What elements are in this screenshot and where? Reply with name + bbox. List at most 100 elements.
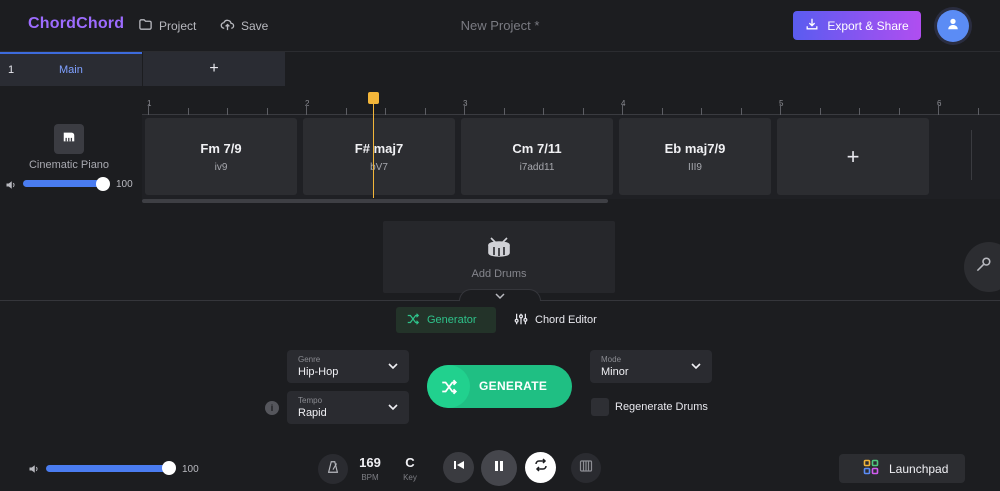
pause-button[interactable] bbox=[481, 450, 517, 486]
launchpad-label: Launchpad bbox=[889, 461, 949, 476]
key-label: Key bbox=[403, 473, 417, 482]
user-avatar[interactable] bbox=[937, 10, 969, 42]
add-drums-button[interactable]: Add Drums bbox=[383, 221, 615, 293]
bpm-value[interactable]: 169 bbox=[356, 455, 384, 470]
launchpad-button[interactable]: Launchpad bbox=[839, 454, 965, 483]
tab-chord-editor-label: Chord Editor bbox=[535, 314, 597, 326]
timeline-ruler[interactable] bbox=[142, 95, 1000, 115]
ruler-tick bbox=[227, 108, 228, 115]
chord-numeral: iv9 bbox=[214, 161, 228, 173]
track-volume-slider[interactable] bbox=[23, 180, 105, 187]
chord-name: Eb maj7/9 bbox=[664, 140, 726, 156]
genre-label: Genre bbox=[298, 355, 321, 364]
ruler-tick bbox=[148, 104, 149, 115]
ruler-tick bbox=[385, 108, 386, 115]
ruler-tick bbox=[425, 108, 426, 115]
piano-roll-button[interactable] bbox=[571, 453, 601, 483]
speaker-icon[interactable] bbox=[5, 178, 17, 196]
piano-icon bbox=[62, 130, 76, 149]
add-chord-button[interactable]: + bbox=[777, 118, 929, 195]
ruler-tick bbox=[504, 108, 505, 115]
mode-select[interactable]: Mode Minor bbox=[590, 350, 712, 383]
plus-icon: + bbox=[846, 143, 860, 169]
genre-value: Hip-Hop bbox=[298, 366, 339, 378]
ruler-tick bbox=[464, 104, 465, 115]
cloud-upload-icon bbox=[220, 17, 235, 35]
pause-icon bbox=[492, 459, 506, 478]
track-volume-value: 100 bbox=[116, 179, 133, 190]
tab-generator[interactable]: Generator bbox=[396, 307, 496, 333]
ruler-tick bbox=[741, 108, 742, 115]
sliders-icon bbox=[514, 312, 528, 329]
chord-numeral: III9 bbox=[688, 161, 702, 173]
info-icon[interactable]: i bbox=[265, 401, 279, 415]
track-volume-knob[interactable] bbox=[96, 177, 110, 191]
ruler-tick bbox=[543, 108, 544, 115]
tab-main[interactable]: 1 Main bbox=[0, 52, 142, 86]
ruler-tick bbox=[346, 108, 347, 115]
genre-select[interactable]: Genre Hip-Hop bbox=[287, 350, 409, 383]
key-value[interactable]: C bbox=[396, 455, 424, 470]
tempo-value: Rapid bbox=[298, 407, 327, 419]
skip-back-button[interactable] bbox=[443, 452, 474, 483]
folder-icon bbox=[138, 17, 153, 35]
save-button[interactable]: Save bbox=[220, 17, 268, 35]
export-share-label: Export & Share bbox=[827, 18, 909, 33]
launchpad-grid-icon bbox=[863, 459, 879, 478]
shuffle-icon bbox=[427, 365, 470, 408]
ruler-tick bbox=[859, 108, 860, 115]
horizontal-scrollbar[interactable] bbox=[142, 199, 608, 203]
metronome-icon bbox=[326, 460, 340, 479]
app-logo[interactable]: ChordChord bbox=[28, 15, 124, 33]
metronome-button[interactable] bbox=[318, 454, 348, 484]
export-share-button[interactable]: Export & Share bbox=[793, 11, 921, 40]
skip-back-icon bbox=[452, 458, 466, 477]
lane-end-divider bbox=[971, 130, 972, 180]
chord-block[interactable]: Fm 7/9 iv9 bbox=[145, 118, 297, 195]
chord-name: Fm 7/9 bbox=[200, 140, 242, 156]
chord-block[interactable]: F# maj7 bV7 bbox=[303, 118, 455, 195]
master-volume-knob[interactable] bbox=[162, 461, 176, 475]
user-icon bbox=[946, 17, 960, 36]
generate-button[interactable]: GENERATE bbox=[427, 365, 572, 408]
master-volume-slider[interactable] bbox=[46, 465, 171, 472]
tab-generator-label: Generator bbox=[427, 314, 477, 326]
project-button[interactable]: Project bbox=[138, 17, 196, 35]
regenerate-drums-checkbox[interactable] bbox=[591, 398, 609, 416]
master-volume-value: 100 bbox=[182, 464, 199, 475]
drum-icon bbox=[486, 235, 512, 262]
playhead-line bbox=[373, 104, 374, 198]
ruler-tick bbox=[622, 104, 623, 115]
chord-numeral: i7add11 bbox=[519, 161, 555, 173]
side-tools-button[interactable] bbox=[964, 242, 1000, 292]
instrument-button[interactable] bbox=[54, 124, 84, 154]
tempo-label: Tempo bbox=[298, 396, 323, 405]
loop-button[interactable] bbox=[525, 452, 556, 483]
tab-chord-editor[interactable]: Chord Editor bbox=[504, 307, 607, 333]
ruler-tick bbox=[780, 104, 781, 115]
ruler-tick bbox=[899, 108, 900, 115]
bpm-label: BPM bbox=[361, 473, 379, 482]
download-icon bbox=[805, 17, 819, 34]
add-drums-label: Add Drums bbox=[471, 267, 527, 280]
tab-number: 1 bbox=[8, 64, 15, 76]
ruler-tick bbox=[662, 108, 663, 115]
tempo-select[interactable]: Tempo Rapid bbox=[287, 391, 409, 424]
project-label: Project bbox=[159, 19, 197, 33]
shuffle-icon bbox=[406, 312, 420, 329]
piano-keys-icon bbox=[579, 459, 593, 478]
collapse-panel-button[interactable] bbox=[459, 289, 541, 301]
add-section-button[interactable]: + bbox=[143, 52, 285, 86]
chord-block[interactable]: Cm 7/11 i7add11 bbox=[461, 118, 613, 195]
tab-label: Main bbox=[59, 64, 83, 76]
playhead-handle[interactable] bbox=[368, 92, 379, 104]
ruler-tick bbox=[938, 104, 939, 115]
instrument-name: Cinematic Piano bbox=[28, 159, 110, 171]
chord-name: F# maj7 bbox=[354, 140, 404, 156]
master-speaker-icon[interactable] bbox=[28, 462, 40, 480]
save-label: Save bbox=[241, 19, 269, 33]
ruler-tick bbox=[978, 108, 979, 115]
chord-block[interactable]: Eb maj7/9 III9 bbox=[619, 118, 771, 195]
generate-label: GENERATE bbox=[479, 379, 548, 393]
ruler-tick bbox=[267, 108, 268, 115]
